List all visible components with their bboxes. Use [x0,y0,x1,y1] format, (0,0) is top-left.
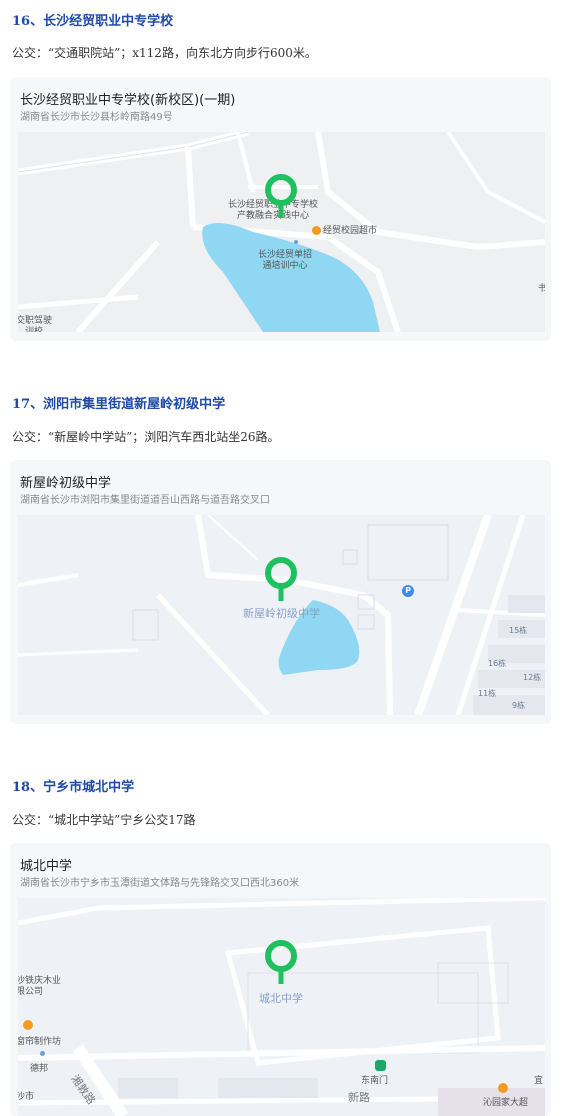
map-label: 东南门 [361,1076,389,1086]
map-label: 16栋 [488,659,507,668]
location-pin-icon[interactable] [263,172,299,218]
section-title: 16、长沙经贸职业中专学校 [12,14,174,29]
map-poi-supermarket[interactable]: 经贸校园超市 [312,226,377,237]
map-view[interactable]: 长沙经贸职业中专学校 产教融合实践中心 经贸校园超市 长沙经贸单招 通培训中心 … [18,132,545,332]
section-18: 18、宁乡市城北中学 公交：“城北中学站”宁乡公交17路 城北中学 湖南省长沙市… [0,766,563,1116]
section-title: 17、浏阳市集里街道新屋岭初级中学 [12,397,226,412]
shop-icon [312,226,321,235]
transit-info: 公交：“城北中学站”宁乡公交17路 [12,813,196,827]
place-name: 长沙经贸职业中专学校(新校区)(一期) [20,93,236,108]
place-name: 城北中学 [20,859,73,874]
map-label: 15栋 [509,626,528,635]
map-label: 窗帘制作坊 [18,1037,62,1047]
map-label: 11栋 [478,689,497,698]
map-label: 新屋岭初级中学 [243,607,320,620]
place-name: 新屋岭初级中学 [20,476,112,491]
map-label: 书 [538,284,545,294]
map-label: 沁园家大超 [483,1098,529,1108]
map-view[interactable]: 城北中学 沙铁庆木业 限公司 窗帘制作坊 德邦 湘敦路 东南门 沙市 新路 宜 … [18,898,545,1116]
location-pin-icon[interactable] [263,938,299,984]
section-title: 18、宁乡市城北中学 [12,780,135,795]
location-pin-icon[interactable] [263,555,299,601]
location-card[interactable]: 长沙经贸职业中专学校(新校区)(一期) 湖南省长沙市长沙县杉岭南路49号 长沙经… [10,77,551,341]
place-address: 湖南省长沙市长沙县杉岭南路49号 [20,112,173,123]
place-address: 湖南省长沙市宁乡市玉潭街道文体路与先锋路交叉口西北360米 [20,878,300,889]
map-view[interactable]: 新屋岭初级中学 P 15栋 16栋 12栋 11栋 9栋 [18,515,545,715]
location-card[interactable]: 城北中学 湖南省长沙市宁乡市玉潭街道文体路与先锋路交叉口西北360米 城北中学 … [10,843,551,1116]
map-label: 宜 [534,1076,544,1086]
map-background [18,132,545,332]
map-label: 12栋 [523,673,542,682]
transit-info: 公交：“新屋岭中学站”；浏阳汽车西北站坐26路。 [12,430,280,444]
map-label: 交职驾驶 训校 [18,316,53,332]
map-label: 沙铁庆木业 限公司 [18,976,62,997]
map-label: 城北中学 [259,992,303,1005]
location-card[interactable]: 新屋岭初级中学 湖南省长沙市浏阳市集里街道道吾山西路与道吾路交叉口 新屋岭初级中… [10,460,551,724]
map-label: 沙市 [18,1092,35,1102]
parking-icon[interactable]: P [402,585,414,597]
shop-icon[interactable] [23,1020,33,1030]
gate-icon[interactable] [375,1060,386,1071]
map-label: 9栋 [512,701,526,710]
shop-icon[interactable] [498,1083,508,1093]
map-label: 长沙经贸单招 通培训中心 [258,250,313,271]
road-label: 新路 [348,1091,370,1104]
transit-info: 公交：“交通职院站”；x112路，向东北方向步行600米。 [12,46,317,60]
map-background [18,898,545,1116]
section-17: 17、浏阳市集里街道新屋岭初级中学 公交：“新屋岭中学站”；浏阳汽车西北站坐26… [0,383,563,728]
section-16: 16、长沙经贸职业中专学校 公交：“交通职院站”；x112路，向东北方向步行60… [0,0,563,345]
place-address: 湖南省长沙市浏阳市集里街道道吾山西路与道吾路交叉口 [20,495,270,506]
map-label: 德邦 [30,1064,49,1074]
poi-dot [40,1051,45,1056]
poi-dot [294,240,298,244]
